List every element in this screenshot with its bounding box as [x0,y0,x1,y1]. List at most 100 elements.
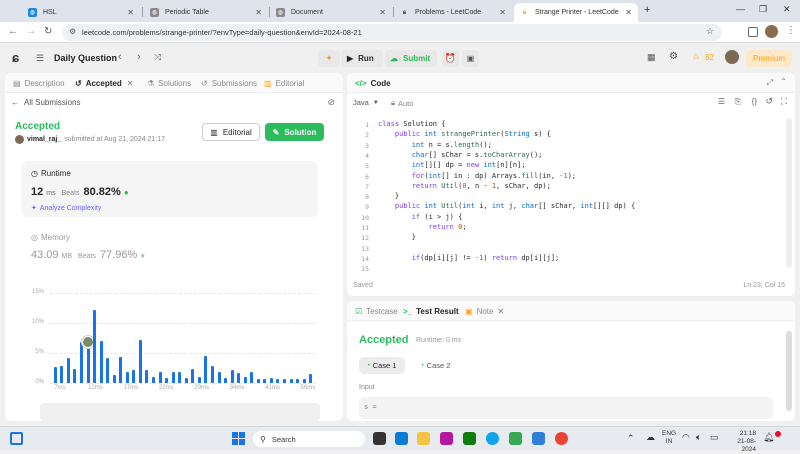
file-explorer-icon[interactable] [417,432,430,445]
chart-bar[interactable] [152,377,156,383]
chart-bar[interactable] [125,372,129,383]
chart-bar[interactable] [99,341,103,383]
leetcode-logo-icon[interactable]: ɕ [12,50,19,65]
tab-testcase[interactable]: ☑ Testcase [355,307,398,316]
close-tab-icon[interactable]: ✕ [497,307,504,316]
chart-bar[interactable] [224,377,228,383]
chart-bar[interactable] [256,379,260,383]
tab-code[interactable]: </> Code [355,79,391,88]
chart-bar[interactable] [204,356,208,383]
url-input[interactable]: ⚙ leetcode.com/problems/strange-printer/… [62,24,722,41]
chart-bar[interactable] [66,358,70,383]
browser-tab-strange-printer[interactable]: ɕ Strange Printer - LeetCode ✕ [514,3,638,22]
chart-bar[interactable] [132,369,136,383]
debug-button[interactable]: ✦ [318,50,340,67]
chart-bar[interactable] [145,369,149,383]
reset-icon[interactable]: ↺ [765,96,773,107]
user-avatar[interactable] [725,50,739,64]
close-tab-icon[interactable]: ✕ [499,8,506,17]
edge-icon[interactable] [486,432,499,445]
browser-tab-periodic[interactable]: ◍ Periodic Table ✕ [144,3,268,22]
chart-bar[interactable] [184,378,188,383]
app-icon[interactable] [509,432,522,445]
close-tab-icon[interactable]: ✕ [625,8,632,17]
next-problem-icon[interactable]: › [137,51,141,63]
streak-fire-icon[interactable]: ♨ [692,51,700,62]
wifi-icon[interactable]: ◠ [682,432,690,443]
braces-icon[interactable]: {} [752,97,757,106]
chart-bar[interactable] [165,377,169,383]
code-scrollbar[interactable] [786,118,792,268]
chart-bar[interactable] [237,372,241,383]
chevron-up-icon[interactable]: ⌃ [627,433,635,444]
star-icon[interactable]: ☆ [706,26,714,37]
collapse-icon[interactable]: ⌃ [780,77,787,86]
input-value-box[interactable]: s = [359,397,773,419]
alarm-button[interactable]: ⏰ [442,50,459,67]
tab-submissions[interactable]: ↺ Submissions [201,79,257,88]
tab-description[interactable]: ▤ Description [13,79,65,88]
close-tab-icon[interactable]: ✕ [127,8,134,17]
reload-icon[interactable]: ↻ [44,26,52,37]
case-1-button[interactable]: • Case 1 [359,357,405,374]
chart-bar[interactable] [276,379,280,383]
test-scrollbar[interactable] [786,331,792,411]
chart-bar[interactable] [138,339,142,383]
close-tab-icon[interactable]: ✕ [127,79,134,88]
format-icon[interactable]: ☰ [718,97,725,106]
tab-note[interactable]: ▣ Note ✕ [465,307,504,316]
browser-tab-document[interactable]: ◍ Document ✕ [270,3,392,22]
maximize-icon[interactable]: ⤢ [767,78,773,88]
app-icon[interactable] [395,432,408,445]
chart-bar[interactable] [296,379,300,383]
submit-button[interactable]: ☁ Submit [385,50,437,67]
editorial-button[interactable]: ▥ Editorial [202,123,260,141]
solution-button[interactable]: ✎ Solution [265,123,324,141]
chart-bar[interactable] [86,341,90,383]
close-tab-icon[interactable]: ✕ [379,8,386,17]
tab-solutions[interactable]: ⚗ Solutions [147,79,191,88]
battery-icon[interactable]: ▭ [710,432,719,443]
tab-test-result[interactable]: >_ Test Result [403,307,459,316]
notes-button[interactable]: ▣ [462,50,479,67]
widgets-icon[interactable] [10,432,23,445]
restore-icon[interactable]: ❐ [759,4,767,15]
chart-bar[interactable] [93,309,97,383]
chart-bar[interactable] [119,357,123,383]
chart-bar[interactable] [210,365,214,383]
close-window-icon[interactable]: ✕ [783,4,791,15]
chart-bar[interactable] [73,369,77,383]
close-tab-icon[interactable]: ✕ [255,8,262,17]
case-2-button[interactable]: • Case 2 [413,357,459,374]
browser-tab-problems[interactable]: ɕ Problems - LeetCode ✕ [394,3,512,22]
run-button[interactable]: ▶ Run [341,50,383,67]
chart-bar[interactable] [53,367,57,383]
chart-bar[interactable] [178,372,182,383]
auto-mode-toggle[interactable]: 🔒︎ Auto [391,98,413,108]
menu-kebab-icon[interactable]: ⋮ [786,25,796,36]
chart-bar[interactable] [106,357,110,383]
minimize-icon[interactable]: — [736,4,745,14]
chart-bar[interactable] [158,372,162,383]
shuffle-icon[interactable]: ⤨ [154,52,161,63]
site-info-icon[interactable]: ⚙ [69,27,76,36]
notifications-bell-icon[interactable]: 🔔︎ [763,432,774,443]
premium-button[interactable]: Premium [746,50,792,67]
chart-bar[interactable] [191,369,195,383]
chart-bar[interactable] [302,378,306,383]
tab-editorial[interactable]: ▥ Editorial [264,79,304,88]
taskbar-search[interactable]: ⚲ Search [253,431,365,447]
cloud-icon[interactable]: ☁ [646,432,655,443]
chart-bar[interactable] [283,379,287,383]
chart-bar[interactable] [289,378,293,383]
chart-bar[interactable] [197,377,201,383]
windows-start-icon[interactable] [232,432,245,445]
distribution-toggle[interactable] [40,403,320,421]
vscode-icon[interactable] [532,432,545,445]
chart-bar[interactable] [171,372,175,383]
chart-bar[interactable] [79,342,83,383]
fullscreen-icon[interactable]: ⛶ [781,96,787,107]
tab-accepted[interactable]: ↺ Accepted ✕ [75,79,133,88]
code-editor[interactable]: 1 class Solution {2 public int strangePri… [347,116,777,274]
browser-tab-hsl[interactable]: ◍ HSL ✕ [22,3,140,22]
